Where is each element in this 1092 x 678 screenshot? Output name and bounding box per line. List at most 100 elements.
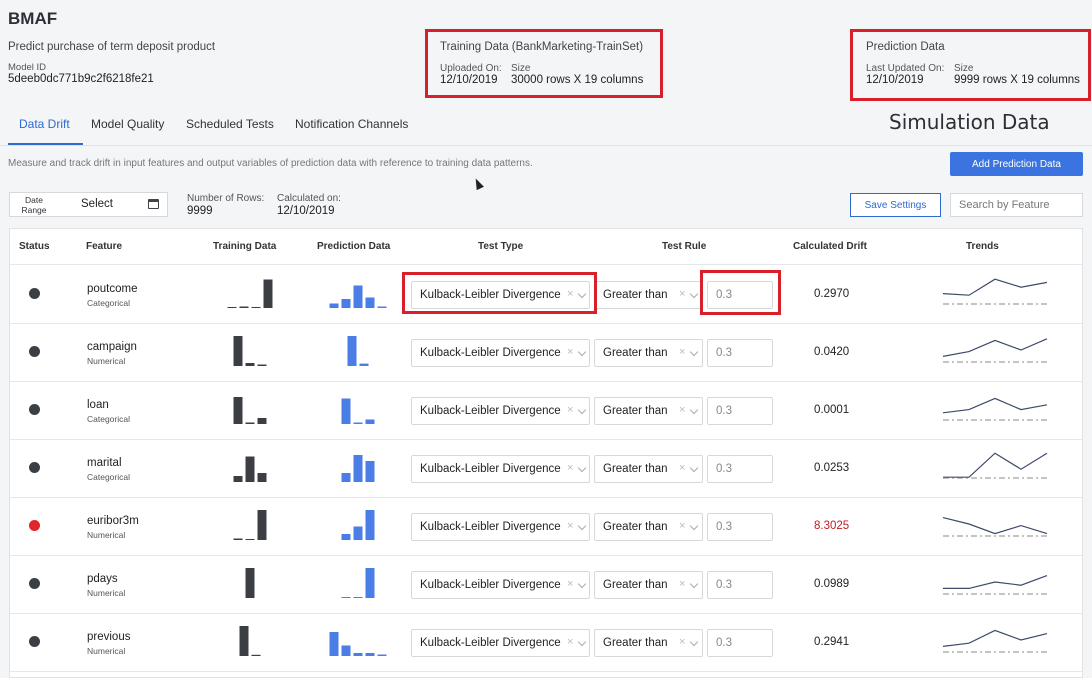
test-rule-select[interactable]: Greater than ×: [594, 513, 703, 541]
test-type-select[interactable]: Kulback-Leibler Divergence ×: [411, 571, 590, 599]
prediction-bar: [341, 645, 351, 656]
training-bar: [263, 279, 273, 308]
test-rule-select[interactable]: Greater than ×: [594, 397, 703, 425]
clear-icon[interactable]: ×: [567, 578, 573, 590]
training-size-value: 30000 rows X 19 columns: [511, 74, 644, 86]
clear-icon[interactable]: ×: [567, 346, 573, 358]
test-type-select[interactable]: Kulback-Leibler Divergence ×: [411, 397, 590, 425]
date-range-value: Select: [81, 198, 113, 210]
chevron-down-icon[interactable]: [577, 347, 587, 357]
chevron-down-icon[interactable]: [577, 405, 587, 415]
chevron-down-icon[interactable]: [689, 579, 699, 589]
training-bar: [245, 363, 255, 366]
training-uploaded-value: 12/10/2019: [440, 74, 498, 86]
clear-icon[interactable]: ×: [679, 288, 685, 300]
training-distribution-chart: [233, 336, 267, 366]
save-settings-button[interactable]: Save Settings: [850, 193, 941, 217]
clear-icon[interactable]: ×: [567, 462, 573, 474]
chevron-down-icon[interactable]: [577, 637, 587, 647]
clear-icon[interactable]: ×: [567, 404, 573, 416]
search-feature-input[interactable]: [950, 193, 1083, 217]
chevron-down-icon[interactable]: [689, 521, 699, 531]
test-type-select[interactable]: Kulback-Leibler Divergence ×: [411, 455, 590, 483]
prediction-bar: [347, 336, 357, 366]
clear-icon[interactable]: ×: [679, 404, 685, 416]
feature-type: Categorical: [87, 298, 130, 308]
threshold-input[interactable]: [707, 455, 773, 483]
training-bar: [227, 307, 237, 308]
calendar-icon[interactable]: [148, 199, 159, 209]
tab-scheduled-tests[interactable]: Scheduled Tests: [186, 117, 274, 131]
tab-model-quality[interactable]: Model Quality: [91, 117, 164, 131]
threshold-input[interactable]: [707, 629, 773, 657]
calculated-drift-value: 0.2970: [814, 288, 850, 300]
calculated-drift-value: 0.0989: [814, 578, 850, 590]
test-type-select[interactable]: Kulback-Leibler Divergence ×: [411, 513, 590, 541]
test-rule-select[interactable]: Greater than ×: [594, 339, 703, 367]
test-rule-select[interactable]: Greater than ×: [594, 281, 703, 309]
threshold-input[interactable]: [707, 513, 773, 541]
tab-notification-channels[interactable]: Notification Channels: [295, 117, 408, 131]
clear-icon[interactable]: ×: [567, 520, 573, 532]
threshold-input[interactable]: [707, 339, 773, 367]
app-title: BMAF: [8, 9, 58, 28]
trend-line: [942, 278, 1048, 296]
training-bar: [233, 476, 243, 482]
threshold-input[interactable]: [707, 571, 773, 599]
clear-icon[interactable]: ×: [567, 636, 573, 648]
training-distribution-chart: [233, 456, 267, 482]
prediction-distribution-chart: [329, 632, 387, 656]
tab-data-drift[interactable]: Data Drift: [19, 117, 70, 131]
test-rule-value: Greater than: [603, 521, 668, 533]
trend-sparkline: [943, 575, 1048, 595]
chevron-down-icon[interactable]: [689, 289, 699, 299]
chevron-down-icon[interactable]: [689, 637, 699, 647]
prediction-bar: [353, 526, 363, 540]
status-indicator: [29, 578, 40, 589]
feature-type: Numerical: [87, 356, 126, 366]
test-type-value: Kulback-Leibler Divergence: [420, 579, 561, 591]
feature-name: marital: [87, 457, 122, 469]
clear-icon[interactable]: ×: [679, 520, 685, 532]
training-data-summary: Training Data (BankMarketing-TrainSet) U…: [425, 29, 663, 98]
chevron-down-icon[interactable]: [577, 579, 587, 589]
clear-icon[interactable]: ×: [679, 462, 685, 474]
test-rule-select[interactable]: Greater than ×: [594, 571, 703, 599]
chevron-down-icon[interactable]: [689, 463, 699, 473]
feature-type: Numerical: [87, 530, 126, 540]
chevron-down-icon[interactable]: [577, 463, 587, 473]
training-bar: [245, 539, 255, 540]
test-type-select[interactable]: Kulback-Leibler Divergence ×: [411, 339, 590, 367]
clear-icon[interactable]: ×: [679, 636, 685, 648]
date-range-picker[interactable]: Date Range Select: [9, 192, 168, 217]
feature-type: Numerical: [87, 646, 126, 656]
table-row: loan Categorical Kulback-Leibler Divergenc…: [10, 382, 1082, 440]
calculated-drift-value: 0.0420: [814, 346, 850, 358]
threshold-input[interactable]: [707, 397, 773, 425]
calculated-drift-value: 0.0001: [814, 404, 850, 416]
add-prediction-data-button[interactable]: Add Prediction Data: [950, 152, 1083, 176]
prediction-bar: [341, 597, 351, 598]
test-type-select[interactable]: Kulback-Leibler Divergence ×: [411, 629, 590, 657]
feature-name: poutcome: [87, 283, 138, 295]
chevron-down-icon[interactable]: [689, 405, 699, 415]
clear-icon[interactable]: ×: [679, 578, 685, 590]
calculated-drift-value: 0.0253: [814, 462, 850, 474]
table-row: previous Numerical Kulback-Leibler Diverge…: [10, 614, 1082, 672]
column-header-test-rule: Test Rule: [662, 241, 707, 252]
chevron-down-icon[interactable]: [577, 521, 587, 531]
clear-icon[interactable]: ×: [679, 346, 685, 358]
mouse-pointer-icon: [472, 176, 484, 191]
prediction-bar: [329, 303, 339, 308]
prediction-distribution-chart: [341, 455, 375, 482]
training-size-label: Size: [511, 63, 531, 74]
chevron-down-icon[interactable]: [689, 347, 699, 357]
training-bar: [257, 510, 267, 540]
test-rule-select[interactable]: Greater than ×: [594, 455, 703, 483]
feature-name: previous: [87, 631, 131, 643]
training-bar: [245, 568, 255, 598]
feature-name: euribor3m: [87, 515, 139, 527]
test-rule-select[interactable]: Greater than ×: [594, 629, 703, 657]
prediction-data-summary: Prediction Data Last Updated On: 12/10/2…: [850, 29, 1091, 101]
training-bar: [233, 336, 243, 366]
